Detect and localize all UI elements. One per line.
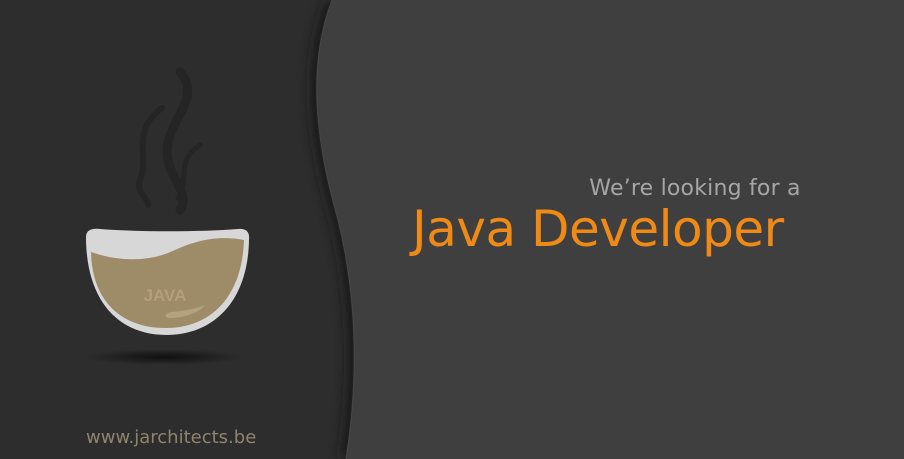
cup-label: JAVA [144,286,187,305]
job-banner: JAVA We’re looking for a Java Developer … [0,0,904,459]
subtitle: We’re looking for a [589,176,801,201]
website-link[interactable]: www.jarchitects.be [86,427,256,448]
headline: Java Developer [412,200,784,258]
